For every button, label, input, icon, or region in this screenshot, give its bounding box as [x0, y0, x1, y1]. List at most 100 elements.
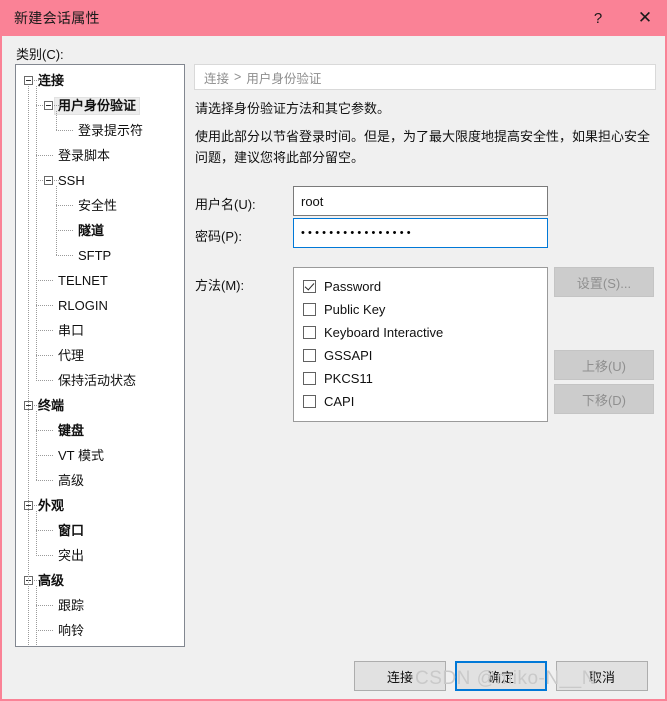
tree-item-23[interactable]: 日志记录	[16, 643, 184, 646]
tree-connector-line	[34, 505, 42, 506]
move-down-button[interactable]: 下移(D)	[554, 384, 654, 414]
tree-item-label: VT 模式	[58, 447, 104, 463]
move-up-button[interactable]: 上移(U)	[554, 350, 654, 380]
tree-item-label: 串口	[58, 322, 85, 338]
tree-connector-line	[36, 586, 37, 646]
tree-connector-line	[54, 105, 62, 106]
method-label: Password	[324, 279, 382, 294]
tree-item-label: RLOGIN	[58, 297, 108, 313]
breadcrumb-current: 用户身份验证	[246, 71, 322, 86]
breadcrumb-root: 连接	[204, 71, 230, 86]
tree-expander-icon[interactable]	[24, 76, 33, 85]
username-input[interactable]: root	[293, 186, 548, 216]
method-item-0[interactable]: Password	[303, 275, 547, 298]
checkbox-icon[interactable]	[303, 349, 316, 362]
breadcrumb: 连接 > 用户身份验证	[194, 64, 656, 90]
tree-expander-icon[interactable]	[44, 176, 53, 185]
username-value: root	[301, 193, 324, 209]
tree-connector-line	[34, 80, 42, 81]
tree-connector-line	[36, 411, 37, 480]
tree-connector-line	[36, 555, 54, 556]
checkbox-icon[interactable]	[303, 303, 316, 316]
description-line-1: 请选择身份验证方法和其它参数。	[195, 101, 391, 116]
tree-item-label: 代理	[58, 347, 85, 363]
tree-item-label: 登录提示符	[78, 122, 144, 138]
connect-button[interactable]: 连接	[354, 661, 446, 691]
tree-connector-line	[36, 455, 54, 456]
tree-connector-line	[28, 86, 29, 646]
method-label: CAPI	[324, 394, 355, 409]
description-line-2: 使用此部分以节省登录时间。但是，为了最大限度地提高安全性，如果担心安全问题，建议…	[195, 129, 651, 165]
tree-connector-line	[36, 155, 54, 156]
tree-item-7[interactable]: SFTP	[16, 243, 184, 268]
tree-item-label: TELNET	[58, 272, 108, 288]
tree-item-label: 安全性	[78, 197, 118, 213]
tree-connector-line	[36, 630, 54, 631]
tree-connector-line	[36, 530, 54, 531]
tree-connector-line	[36, 380, 54, 381]
session-properties-dialog: 新建会话属性 ? ✕ 类别(C): 连接 用户身份验证 登录提示符 登录脚本 SSH 安全…	[0, 0, 667, 701]
tree-connector-line	[36, 480, 54, 481]
cancel-button[interactable]: 取消	[556, 661, 648, 691]
tree-item-label: 保持活动状态	[58, 372, 137, 388]
tree-connector-line	[36, 511, 37, 555]
checkbox-icon[interactable]	[303, 326, 316, 339]
method-item-1[interactable]: Public Key	[303, 298, 547, 321]
breadcrumb-separator: >	[234, 70, 242, 84]
tree-connector-line	[36, 330, 54, 331]
category-label: 类别(C):	[16, 47, 64, 62]
tree-expander-icon[interactable]	[44, 101, 53, 110]
tree-connector-line	[36, 605, 54, 606]
tree-item-label: 登录脚本	[58, 147, 111, 163]
tree-item-label: 突出	[58, 547, 85, 563]
tree-connector-line	[36, 86, 37, 380]
methods-list[interactable]: Password Public Key Keyboard Interactive GS…	[293, 267, 548, 422]
close-icon[interactable]: ✕	[621, 0, 665, 36]
password-value: ••••••••••••••••	[301, 227, 414, 239]
method-label: GSSAPI	[324, 348, 373, 363]
tree-connector-line	[56, 230, 74, 231]
method-label: PKCS11	[324, 371, 373, 386]
tree-item-5[interactable]: 安全性	[16, 193, 184, 218]
method-item-4[interactable]: PKCS11	[303, 367, 547, 390]
method-item-2[interactable]: Keyboard Interactive	[303, 321, 547, 344]
title-bar: 新建会话属性 ? ✕	[2, 0, 665, 36]
checkbox-icon[interactable]	[303, 395, 316, 408]
tree-connector-line	[36, 430, 54, 431]
tree-connector-line	[34, 580, 42, 581]
tree-connector-line	[36, 105, 44, 106]
password-label: 密码(P):	[195, 229, 242, 244]
tree-item-label: 隧道	[78, 222, 105, 238]
tree-item-label: 键盘	[58, 422, 85, 438]
help-icon[interactable]: ?	[575, 0, 621, 36]
tree-connector-line	[36, 355, 54, 356]
tree-item-label: 窗口	[58, 522, 85, 538]
methods-label: 方法(M):	[195, 278, 245, 293]
method-item-3[interactable]: GSSAPI	[303, 344, 547, 367]
category-tree[interactable]: 连接 用户身份验证 登录提示符 登录脚本 SSH 安全性 隧道 SFTP TELNET RLOGI…	[15, 64, 185, 647]
tree-connector-line	[56, 130, 74, 131]
window-title: 新建会话属性	[14, 10, 100, 26]
method-label: Keyboard Interactive	[324, 325, 444, 340]
tree-item-label: 响铃	[58, 622, 85, 638]
tree-connector-line	[56, 255, 74, 256]
tree-connector-line	[56, 111, 57, 130]
checkbox-icon[interactable]	[303, 280, 316, 293]
tree-item-label: 跟踪	[58, 597, 85, 613]
password-input[interactable]: ••••••••••••••••	[293, 218, 548, 248]
ok-button[interactable]: 确定	[455, 661, 547, 691]
tree-item-2[interactable]: 登录提示符	[16, 118, 184, 143]
method-item-5[interactable]: CAPI	[303, 390, 547, 413]
tree-connector-line	[36, 305, 54, 306]
checkbox-icon[interactable]	[303, 372, 316, 385]
method-label: Public Key	[324, 302, 386, 317]
tree-item-label: 高级	[58, 472, 85, 488]
tree-item-label: SFTP	[78, 247, 112, 263]
tree-item-label: 用户身份验证	[53, 96, 141, 115]
username-label: 用户名(U):	[195, 197, 256, 212]
settings-button[interactable]: 设置(S)...	[554, 267, 654, 297]
tree-connector-line	[36, 280, 54, 281]
tree-item-6[interactable]: 隧道	[16, 218, 184, 243]
tree-connector-line	[56, 205, 74, 206]
tree-connector-line	[36, 180, 44, 181]
